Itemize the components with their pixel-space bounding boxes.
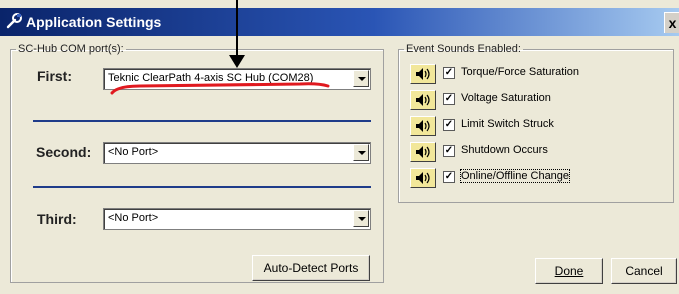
annotation-underline (110, 82, 330, 95)
annotation-overlay (110, 0, 330, 95)
annotation-arrow-head (229, 55, 245, 68)
